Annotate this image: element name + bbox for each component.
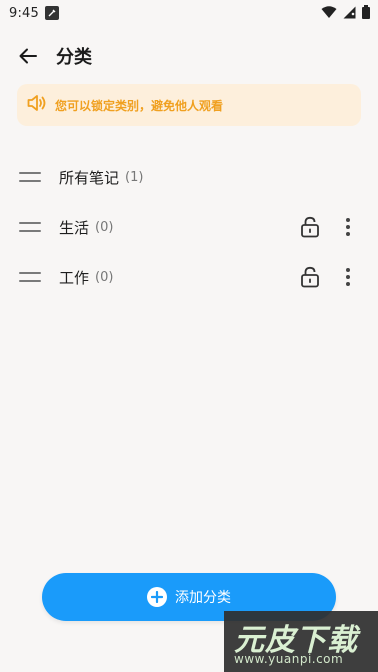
category-list: 所有笔记 (1) 生活 (0) 工作 (0) <box>0 152 378 302</box>
more-options-button[interactable] <box>338 215 358 239</box>
notice-text: 您可以锁定类别，避免他人观看 <box>55 98 224 113</box>
category-name: 所有笔记 <box>59 168 120 187</box>
unlock-button[interactable] <box>298 265 322 289</box>
drag-handle-icon[interactable] <box>19 170 41 184</box>
more-dot <box>346 232 350 236</box>
category-count: (1) <box>125 169 144 185</box>
category-name: 生活 <box>59 218 90 237</box>
add-category-label: 添加分类 <box>175 590 231 606</box>
signal-icon <box>343 4 356 23</box>
watermark-url: www.yuanpi.com <box>234 652 344 666</box>
more-dot <box>346 268 350 272</box>
page-title: 分类 <box>56 47 92 68</box>
more-dot <box>346 275 350 279</box>
category-row-all-notes[interactable]: 所有笔记 (1) <box>0 152 378 202</box>
arrow-left-icon <box>19 48 37 64</box>
battery-icon <box>362 4 370 23</box>
unlocked-lock-icon <box>301 266 319 288</box>
more-dot <box>346 282 350 286</box>
edit-notification-icon <box>45 6 59 20</box>
category-name: 工作 <box>59 268 90 287</box>
category-row-life[interactable]: 生活 (0) <box>0 202 378 252</box>
wifi-icon <box>321 4 337 23</box>
more-options-button[interactable] <box>338 265 358 289</box>
plus-circle-icon <box>147 587 167 607</box>
back-button[interactable] <box>12 40 44 72</box>
status-time: 9:45 <box>9 5 39 21</box>
drag-handle-icon[interactable] <box>19 270 41 284</box>
status-icons <box>321 4 370 23</box>
status-bar: 9:45 <box>0 0 378 26</box>
watermark: 元皮下载 www.yuanpi.com <box>224 611 378 672</box>
category-count: (0) <box>95 269 114 285</box>
speaker-icon <box>27 94 47 116</box>
category-row-work[interactable]: 工作 (0) <box>0 252 378 302</box>
more-dot <box>346 225 350 229</box>
unlock-button[interactable] <box>298 215 322 239</box>
app-bar: 分类 <box>0 36 378 76</box>
more-dot <box>346 218 350 222</box>
lock-notice-banner: 您可以锁定类别，避免他人观看 <box>17 84 361 126</box>
category-count: (0) <box>95 219 114 235</box>
unlocked-lock-icon <box>301 216 319 238</box>
drag-handle-icon[interactable] <box>19 220 41 234</box>
